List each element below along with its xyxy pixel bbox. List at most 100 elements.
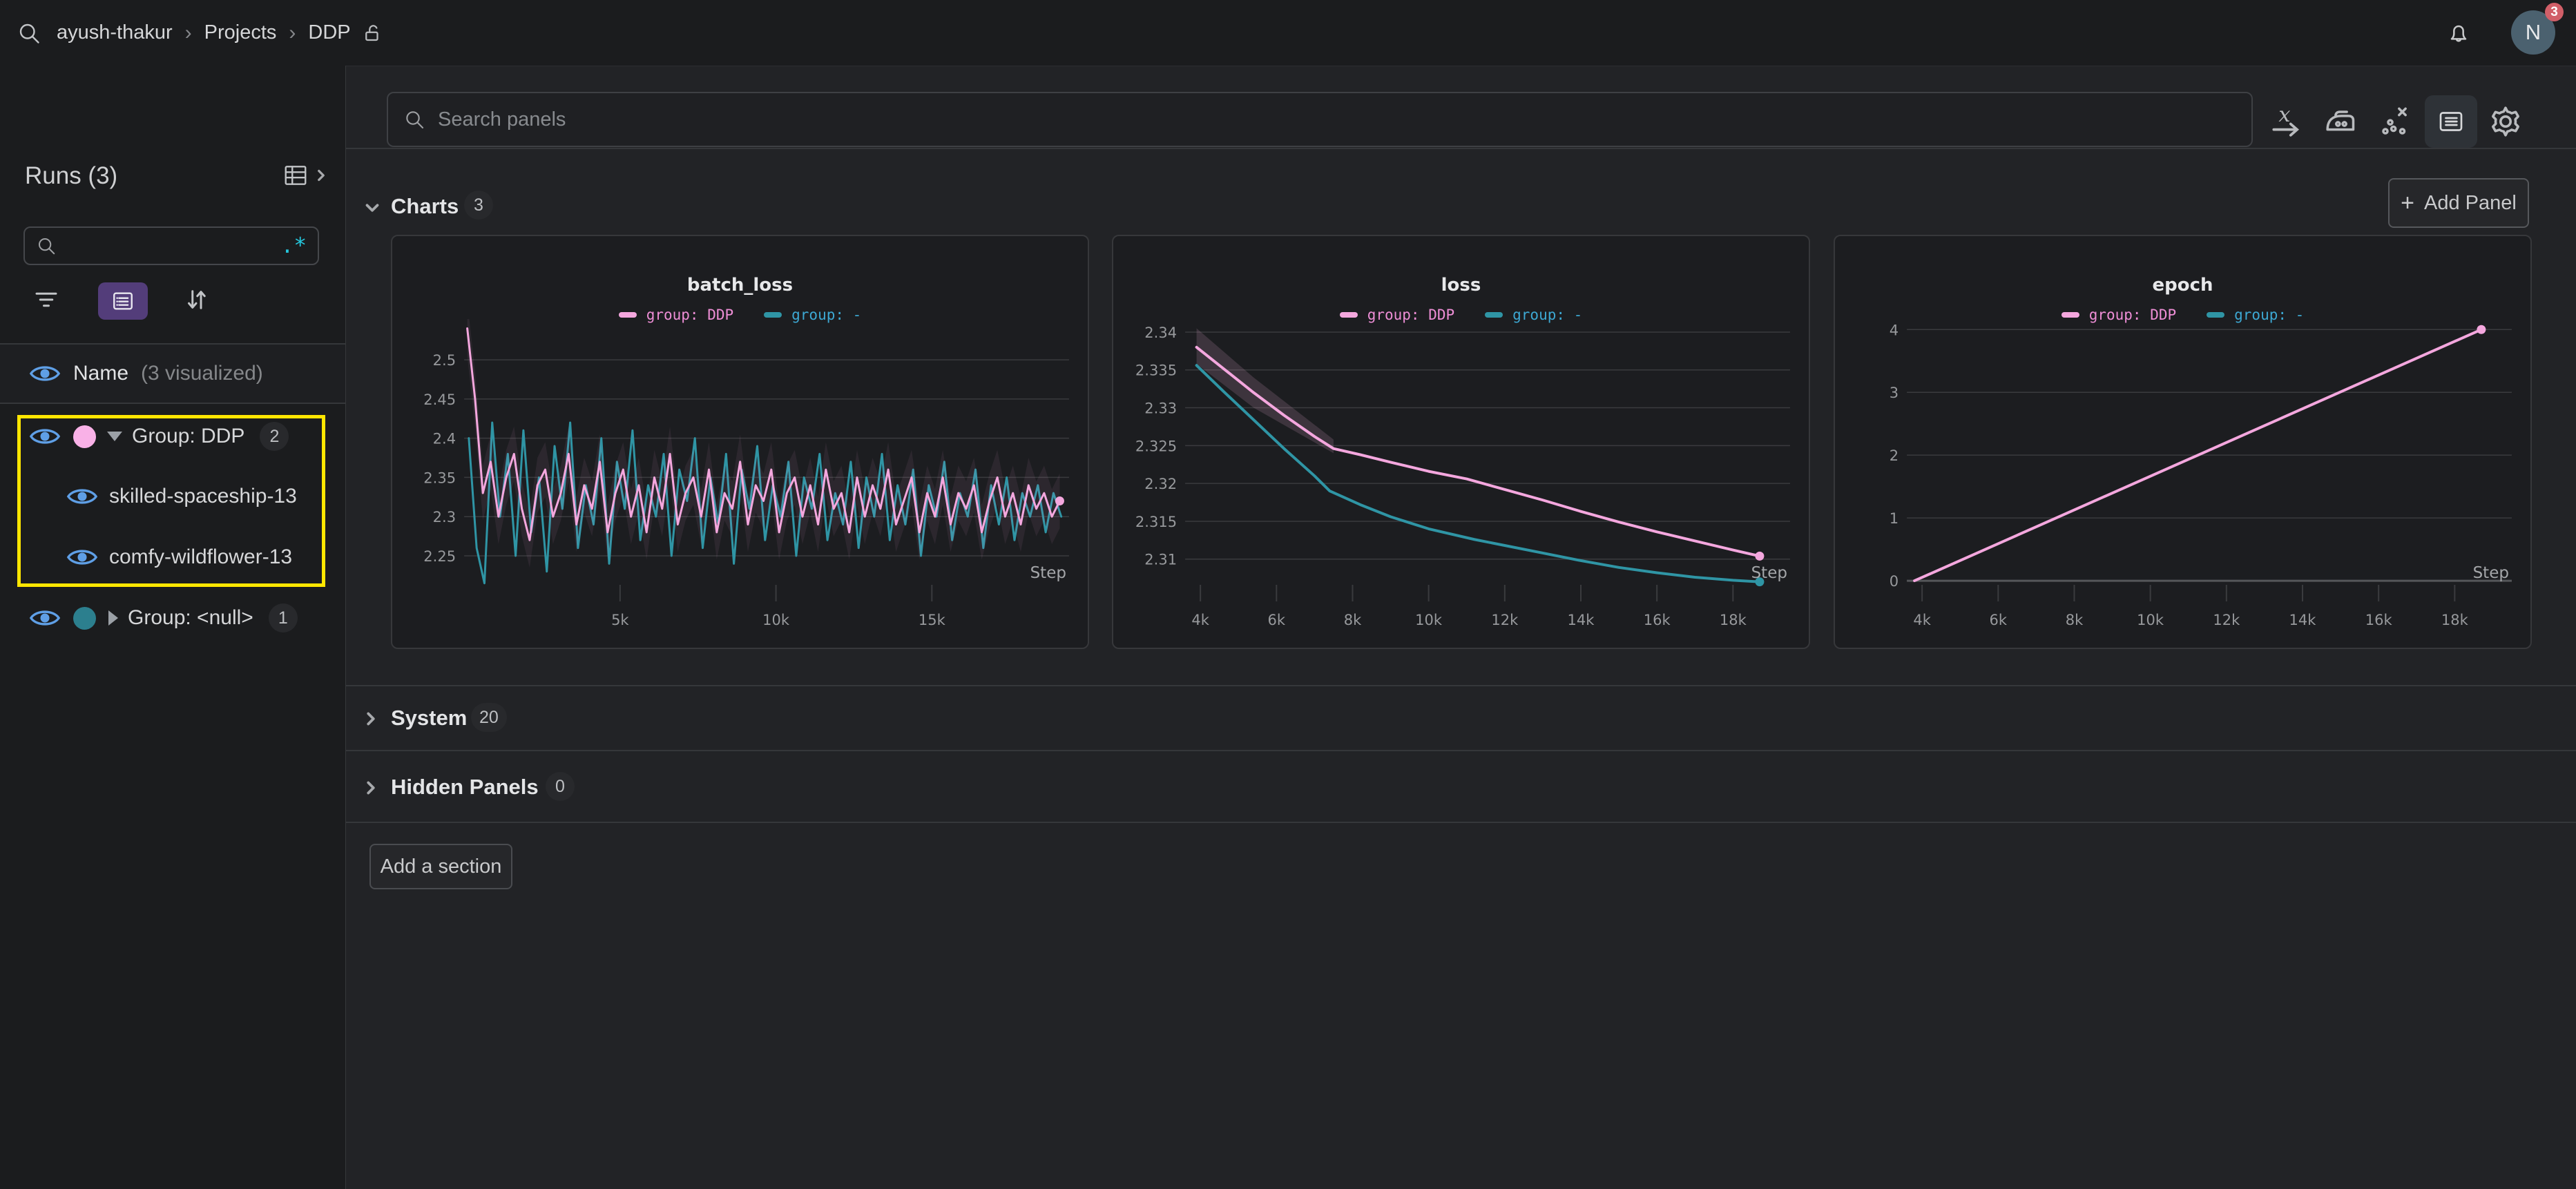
expand-triangle-icon[interactable]	[108, 610, 118, 626]
run-color-dot[interactable]	[73, 607, 96, 630]
search-panels-box	[387, 92, 2253, 147]
line-chart[interactable]: 2.342.3352.332.3252.322.3152.314k6k8k10k…	[1116, 319, 1807, 637]
unlock-icon	[362, 23, 383, 44]
svg-text:2.34: 2.34	[1144, 324, 1177, 341]
chart-panel-batch-loss[interactable]: batch_loss group: DDP group: - 2.52.452.…	[391, 235, 1089, 649]
svg-text:Step: Step	[1030, 564, 1066, 582]
svg-text:2.5: 2.5	[433, 351, 456, 369]
top-bar: ayush-thakur › Projects › DDP N 3	[0, 0, 2576, 66]
svg-text:2.32: 2.32	[1144, 475, 1177, 492]
global-search-icon[interactable]	[17, 21, 41, 46]
group-count-badge: 1	[269, 603, 298, 632]
legend-dash	[1340, 312, 1358, 318]
notification-bell-icon[interactable]	[2445, 19, 2472, 47]
run-row[interactable]: skilled-spaceship-13	[66, 478, 297, 514]
eye-icon[interactable]	[29, 607, 61, 629]
svg-text:2.315: 2.315	[1135, 513, 1177, 530]
charts-section-label[interactable]: Charts	[391, 194, 459, 219]
svg-text:Step: Step	[2473, 564, 2509, 582]
runs-list-header: Name (3 visualized)	[0, 345, 345, 403]
hidden-panels-section-label[interactable]: Hidden Panels	[391, 775, 539, 800]
svg-text:x: x	[2278, 103, 2290, 127]
svg-text:14k: 14k	[1568, 611, 1595, 628]
search-panels-input[interactable]	[436, 108, 1905, 132]
hidden-panels-count-badge: 0	[546, 772, 575, 801]
group-label[interactable]: Group: DDP	[132, 425, 244, 448]
remove-outliers-icon[interactable]	[2374, 101, 2416, 142]
legend-dash	[764, 312, 782, 318]
breadcrumb-entity[interactable]: ayush-thakur	[57, 21, 173, 44]
charts-count-badge: 3	[464, 191, 493, 220]
svg-text:5k: 5k	[611, 611, 629, 628]
panel-title: batch_loss	[392, 275, 1088, 296]
svg-text:2.4: 2.4	[433, 430, 456, 447]
line-chart[interactable]: 2.52.452.42.352.32.255k10k15kStep	[395, 319, 1086, 637]
visualized-count: (3 visualized)	[141, 362, 263, 385]
add-section-button[interactable]: Add a section	[369, 844, 512, 889]
legend-dash	[2207, 312, 2224, 318]
system-section-label[interactable]: System	[391, 706, 467, 731]
eye-icon[interactable]	[29, 425, 61, 447]
run-name[interactable]: comfy-wildflower-13	[109, 545, 292, 569]
search-icon	[403, 108, 425, 130]
run-color-dot[interactable]	[73, 425, 96, 448]
run-group-row-ddp[interactable]: Group: DDP 2	[29, 418, 289, 454]
hidden-panels-expand-chevron-icon[interactable]	[361, 777, 381, 798]
line-chart[interactable]: 432104k6k8k10k12k14k16k18kStep	[1838, 319, 2529, 637]
regex-toggle-icon[interactable]: .*	[281, 239, 307, 253]
chart-panel-epoch[interactable]: epoch group: DDP group: - 432104k6k8k10k…	[1834, 235, 2532, 649]
legend-dash	[619, 312, 637, 318]
list-icon	[2436, 108, 2466, 135]
eye-icon[interactable]	[29, 362, 61, 385]
add-panel-button[interactable]: + Add Panel	[2388, 178, 2529, 228]
search-icon	[36, 235, 57, 256]
x-axis-settings-icon[interactable]: x	[2266, 101, 2307, 142]
eye-icon[interactable]	[66, 546, 98, 568]
system-expand-chevron-icon[interactable]	[361, 708, 381, 729]
svg-text:2: 2	[1890, 447, 1899, 464]
svg-text:8k: 8k	[1344, 611, 1362, 628]
breadcrumb-project[interactable]: DDP	[308, 21, 350, 44]
runs-sidebar: Runs (3) .*	[0, 66, 346, 1189]
svg-text:18k: 18k	[1720, 611, 1747, 628]
filter-icon[interactable]	[30, 285, 62, 314]
svg-text:18k: 18k	[2441, 611, 2469, 628]
runs-table-icon[interactable]	[282, 162, 309, 188]
run-name[interactable]: skilled-spaceship-13	[109, 485, 297, 508]
name-column-header[interactable]: Name	[73, 362, 128, 385]
collapse-triangle-icon[interactable]	[107, 432, 122, 441]
svg-text:2.31: 2.31	[1144, 551, 1177, 568]
panel-layout-button[interactable]	[2425, 95, 2477, 148]
svg-text:10k: 10k	[762, 611, 790, 628]
group-label[interactable]: Group: <null>	[128, 606, 253, 630]
notification-count-badge: 3	[2545, 3, 2564, 21]
svg-text:4k: 4k	[1191, 611, 1209, 628]
run-group-row-null[interactable]: Group: <null> 1	[29, 600, 298, 636]
sort-icon[interactable]	[181, 285, 211, 314]
svg-text:2.25: 2.25	[423, 548, 456, 565]
svg-text:6k: 6k	[1990, 611, 2008, 628]
list-icon	[110, 289, 136, 313]
svg-text:3: 3	[1890, 384, 1899, 401]
svg-text:1: 1	[1890, 510, 1899, 527]
run-row[interactable]: comfy-wildflower-13	[66, 539, 292, 575]
breadcrumb-separator: ›	[289, 21, 296, 45]
svg-text:4k: 4k	[1913, 611, 1931, 628]
charts-collapse-chevron-icon[interactable]	[362, 197, 383, 218]
group-view-button[interactable]	[98, 282, 148, 320]
svg-text:2.45: 2.45	[423, 391, 456, 408]
svg-text:16k: 16k	[2365, 611, 2393, 628]
runs-search-input[interactable]: .*	[23, 226, 319, 265]
expand-table-chevron-icon[interactable]	[312, 166, 330, 184]
settings-gear-icon[interactable]	[2485, 101, 2526, 142]
chart-panel-loss[interactable]: loss group: DDP group: - 2.342.3352.332.…	[1112, 235, 1810, 649]
plus-icon: +	[2401, 190, 2414, 217]
breadcrumb-projects[interactable]: Projects	[204, 21, 277, 44]
smoothing-iron-icon[interactable]	[2320, 101, 2362, 142]
svg-text:6k: 6k	[1268, 611, 1286, 628]
svg-text:15k: 15k	[919, 611, 946, 628]
legend-dash	[1485, 312, 1503, 318]
eye-icon[interactable]	[66, 485, 98, 508]
svg-text:2.335: 2.335	[1135, 362, 1177, 379]
breadcrumb-separator: ›	[185, 21, 192, 45]
